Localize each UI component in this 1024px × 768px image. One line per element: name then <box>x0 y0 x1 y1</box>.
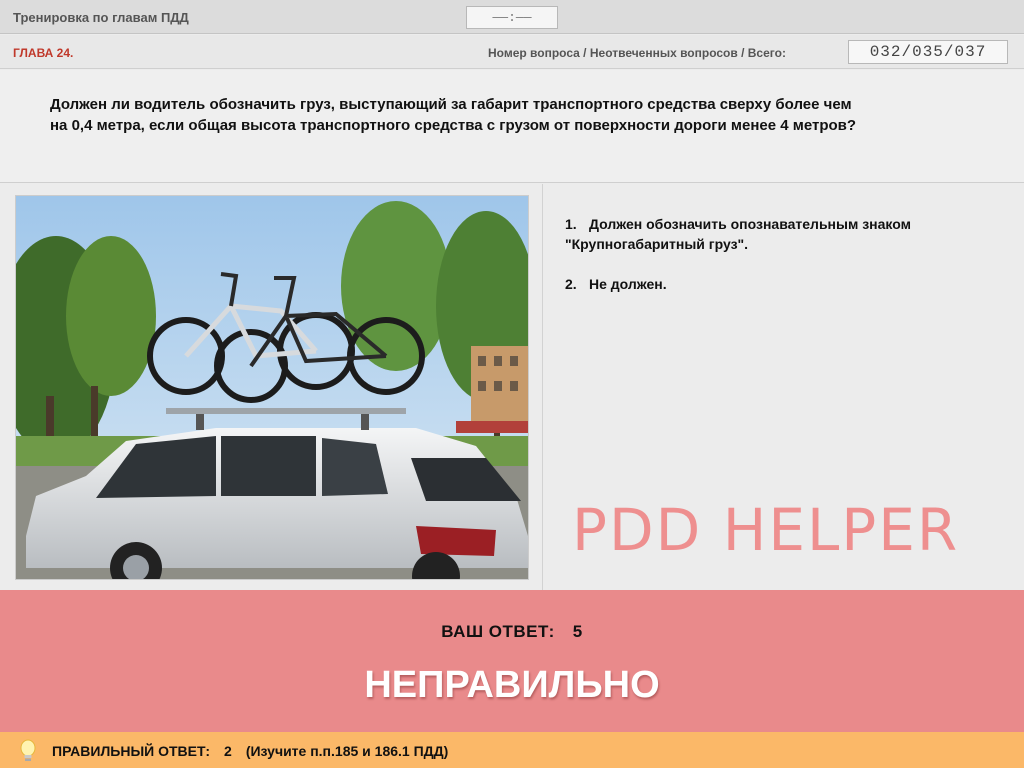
correct-answer-value: 2 <box>224 743 232 759</box>
answer-number: 1. <box>565 216 577 232</box>
car-with-bikes-illustration <box>16 196 528 579</box>
app-title: Тренировка по главам ПДД <box>13 10 189 25</box>
result-panel: ВАШ ОТВЕТ: 5 НЕПРАВИЛЬНО <box>0 590 1024 732</box>
chapter-bar: ГЛАВА 24. Номер вопроса / Неотвеченных в… <box>0 35 1024 69</box>
content-area: 1. Должен обозначить опознавательным знак… <box>0 184 1024 590</box>
answer-number: 2. <box>565 276 577 292</box>
answer-option-2[interactable]: 2. Не должен. <box>565 274 1005 294</box>
question-counter: 032/035/037 <box>848 40 1008 64</box>
question-area: Должен ли водитель обозначить груз, выст… <box>0 70 1024 183</box>
correct-answer-bar: ПРАВИЛЬНЫЙ ОТВЕТ: 2 (Изучите п.п.185 и 186… <box>0 732 1024 768</box>
top-bar: Тренировка по главам ПДД ——:—— <box>0 0 1024 34</box>
answer-option-1[interactable]: 1. Должен обозначить опознавательным знак… <box>565 214 1005 254</box>
answer-list: 1. Должен обозначить опознавательным знак… <box>565 214 1005 314</box>
correct-answer-note: (Изучите п.п.185 и 186.1 ПДД) <box>245 743 449 759</box>
question-text: Должен ли водитель обозначить груз, выст… <box>50 96 857 134</box>
timer-display: ——:—— <box>466 6 558 29</box>
your-answer: ВАШ ОТВЕТ: 5 <box>0 622 1024 642</box>
photo-panel <box>0 184 543 590</box>
question-photo <box>15 195 529 580</box>
correct-answer-label: ПРАВИЛЬНЫЙ ОТВЕТ: <box>52 743 211 759</box>
lightbulb-icon <box>20 739 36 761</box>
watermark-logo: PDD HELPER <box>572 496 960 564</box>
verdict-text: НЕПРАВИЛЬНО <box>364 664 660 706</box>
correct-answer: ПРАВИЛЬНЫЙ ОТВЕТ: 2 (Изучите п.п.185 и 186… <box>52 743 462 759</box>
answer-text: Не должен. <box>589 276 667 292</box>
your-answer-label: ВАШ ОТВЕТ: <box>441 622 555 641</box>
answer-text: Должен обозначить опознавательным знаком… <box>565 216 911 252</box>
your-answer-value: 5 <box>572 622 583 641</box>
question-counter-label: Номер вопроса / Неотвеченных вопросов / … <box>488 46 786 60</box>
chapter-title: ГЛАВА 24. <box>13 46 74 60</box>
